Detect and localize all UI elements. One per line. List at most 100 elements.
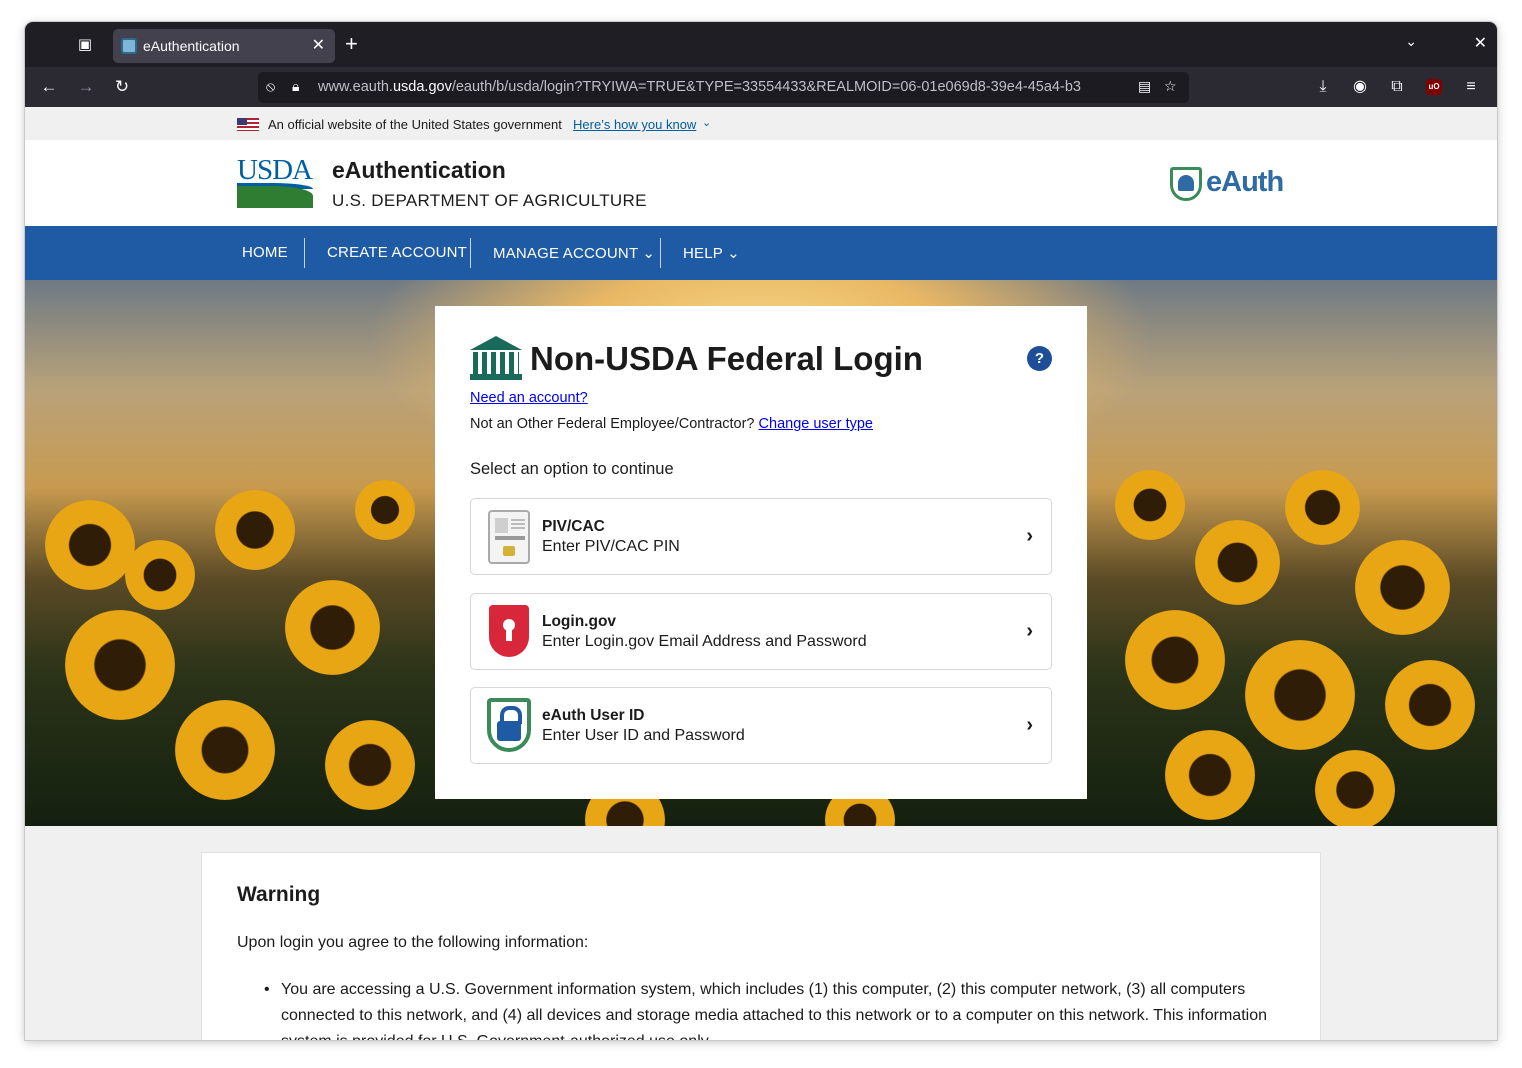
- site-subtitle: U.S. DEPARTMENT OF AGRICULTURE: [332, 191, 647, 210]
- us-flag-icon: [237, 118, 259, 131]
- sunflower-image: [325, 720, 415, 810]
- account-icon[interactable]: ◉: [1348, 75, 1372, 99]
- warning-title: Warning: [237, 883, 321, 906]
- warning-list: You are accessing a U.S. Government info…: [264, 977, 1274, 1040]
- change-user-type-link[interactable]: Change user type: [759, 416, 873, 432]
- chevron-right-icon: ›: [1026, 620, 1033, 642]
- sunflower-image: [1125, 610, 1225, 710]
- nav-home[interactable]: HOME: [242, 244, 288, 261]
- building-base: [470, 374, 522, 380]
- sunflower-image: [1165, 730, 1255, 820]
- option-piv-cac[interactable]: PIV/CAC Enter PIV/CAC PIN ›: [470, 498, 1052, 575]
- piv-card-icon: [488, 510, 530, 564]
- sunflower-image: [65, 610, 175, 720]
- main-navigation: HOME CREATE ACCOUNT MANAGE ACCOUNT ⌄ HEL…: [25, 226, 1497, 280]
- site-header: USDA eAuthentication U.S. DEPARTMENT OF …: [25, 140, 1497, 226]
- help-question-icon[interactable]: ?: [1027, 346, 1052, 371]
- new-tab-button[interactable]: +: [345, 32, 358, 56]
- sunflower-image: [285, 580, 380, 675]
- chevron-right-icon: ›: [1026, 525, 1033, 547]
- url-text[interactable]: www.eauth.usda.gov/eauth/b/usda/login?TR…: [318, 79, 1130, 95]
- sunflower-image: [1315, 750, 1395, 826]
- reader-view-icon[interactable]: ▤: [1138, 78, 1151, 95]
- tab-bar: ▣ eAuthentication ✕ + ⌄ ✕: [25, 22, 1497, 67]
- user-type-prompt: Not an Other Federal Employee/Contractor…: [470, 416, 759, 432]
- need-an-account-link[interactable]: Need an account?: [470, 390, 588, 406]
- chevron-down-icon[interactable]: ⌄: [702, 116, 711, 129]
- card-bar: [495, 536, 525, 540]
- page-content: An official website of the United States…: [25, 107, 1497, 1040]
- sunflower-image: [1385, 660, 1475, 750]
- option-eauth-user-id[interactable]: eAuth User ID Enter User ID and Password…: [470, 687, 1052, 764]
- hero-sunflower-background: Non-USDA Federal Login ? Need an account…: [25, 280, 1497, 826]
- list-all-tabs-chevron-icon[interactable]: ⌄: [1405, 33, 1417, 50]
- tab-manager-icon[interactable]: ▣: [75, 35, 95, 55]
- heres-how-you-know-link[interactable]: Here’s how you know: [573, 117, 696, 132]
- nav-manage-account[interactable]: MANAGE ACCOUNT ⌄: [493, 244, 655, 262]
- chevron-down-icon: ⌄: [727, 245, 740, 262]
- favicon-icon: [121, 38, 137, 54]
- site-title: eAuthentication: [332, 157, 506, 183]
- sunflower-image: [1195, 520, 1280, 605]
- sunflower-image: [175, 700, 275, 800]
- nav-manage-account-label: MANAGE ACCOUNT: [493, 245, 639, 262]
- chevron-down-icon: ⌄: [642, 245, 656, 262]
- card-text-lines: [511, 519, 525, 531]
- nav-divider: [304, 238, 305, 268]
- browser-window: ▣ eAuthentication ✕ + ⌄ ✕ ← → ↻ ⦸ 🔒︎ www…: [25, 22, 1497, 1040]
- tracking-protection-icon[interactable]: ⦸: [266, 78, 275, 95]
- option-description: Enter User ID and Password: [542, 727, 745, 744]
- warning-list-item: You are accessing a U.S. Government info…: [264, 977, 1274, 1040]
- forward-arrow-icon[interactable]: →: [74, 75, 98, 99]
- sunflower-image: [355, 480, 415, 540]
- option-name: PIV/CAC: [542, 518, 605, 535]
- usda-logo[interactable]: USDA: [237, 154, 313, 210]
- official-gov-banner: An official website of the United States…: [25, 107, 1497, 140]
- card-chip: [503, 546, 515, 556]
- nav-help[interactable]: HELP ⌄: [683, 244, 740, 262]
- sunflower-image: [1355, 540, 1450, 635]
- window-close-icon[interactable]: ✕: [1474, 33, 1487, 53]
- option-login-gov[interactable]: Login.gov Enter Login.gov Email Address …: [470, 593, 1052, 670]
- login-card: Non-USDA Federal Login ? Need an account…: [435, 306, 1087, 799]
- url-bar[interactable]: ⦸ 🔒︎ www.eauth.usda.gov/eauth/b/usda/log…: [258, 72, 1189, 103]
- eauth-logo-text: eAuth: [1206, 166, 1284, 198]
- chevron-right-icon: ›: [1026, 714, 1033, 736]
- tab-close-icon[interactable]: ✕: [312, 35, 325, 55]
- eauth-lock-shield-icon: [487, 698, 531, 752]
- warning-panel: Warning Upon login you agree to the foll…: [201, 852, 1321, 1040]
- nav-divider: [470, 238, 471, 268]
- lock-icon[interactable]: 🔒︎: [292, 78, 299, 95]
- sunflower-image: [125, 540, 195, 610]
- eauth-shield-icon: [1170, 167, 1202, 201]
- building-roof: [470, 336, 522, 350]
- federal-building-icon: [470, 336, 522, 382]
- back-arrow-icon[interactable]: ←: [37, 75, 61, 99]
- browser-toolbar: ← → ↻ ⦸ 🔒︎ www.eauth.usda.gov/eauth/b/us…: [25, 67, 1497, 107]
- nav-help-label: HELP: [683, 245, 723, 262]
- bookmark-star-icon[interactable]: ☆: [1164, 78, 1177, 95]
- option-description: Enter Login.gov Email Address and Passwo…: [542, 633, 867, 650]
- option-name: Login.gov: [542, 613, 617, 630]
- gov-banner-text: An official website of the United States…: [268, 117, 562, 132]
- nav-create-account[interactable]: CREATE ACCOUNT: [327, 244, 467, 261]
- extensions-icon[interactable]: ⧉: [1385, 75, 1409, 99]
- card-photo: [495, 518, 508, 533]
- sunflower-image: [1285, 470, 1360, 545]
- login-title: Non-USDA Federal Login: [530, 340, 923, 377]
- sunflower-image: [1245, 640, 1355, 750]
- option-name: eAuth User ID: [542, 707, 645, 724]
- menu-hamburger-icon[interactable]: ≡: [1459, 75, 1483, 99]
- sunflower-image: [45, 500, 135, 590]
- user-type-text: Not an Other Federal Employee/Contractor…: [470, 416, 873, 432]
- login-gov-shield-icon: [489, 605, 529, 657]
- sunflower-image: [1115, 470, 1185, 540]
- reload-icon[interactable]: ↻: [110, 75, 134, 99]
- ublock-origin-icon[interactable]: uO: [1426, 79, 1442, 95]
- usda-logo-field: [237, 186, 313, 208]
- nav-divider: [660, 238, 661, 268]
- downloads-icon[interactable]: ⤓: [1311, 75, 1335, 99]
- warning-intro: Upon login you agree to the following in…: [237, 934, 589, 951]
- tab-eauthentication[interactable]: eAuthentication ✕: [113, 29, 335, 63]
- option-description: Enter PIV/CAC PIN: [542, 538, 680, 555]
